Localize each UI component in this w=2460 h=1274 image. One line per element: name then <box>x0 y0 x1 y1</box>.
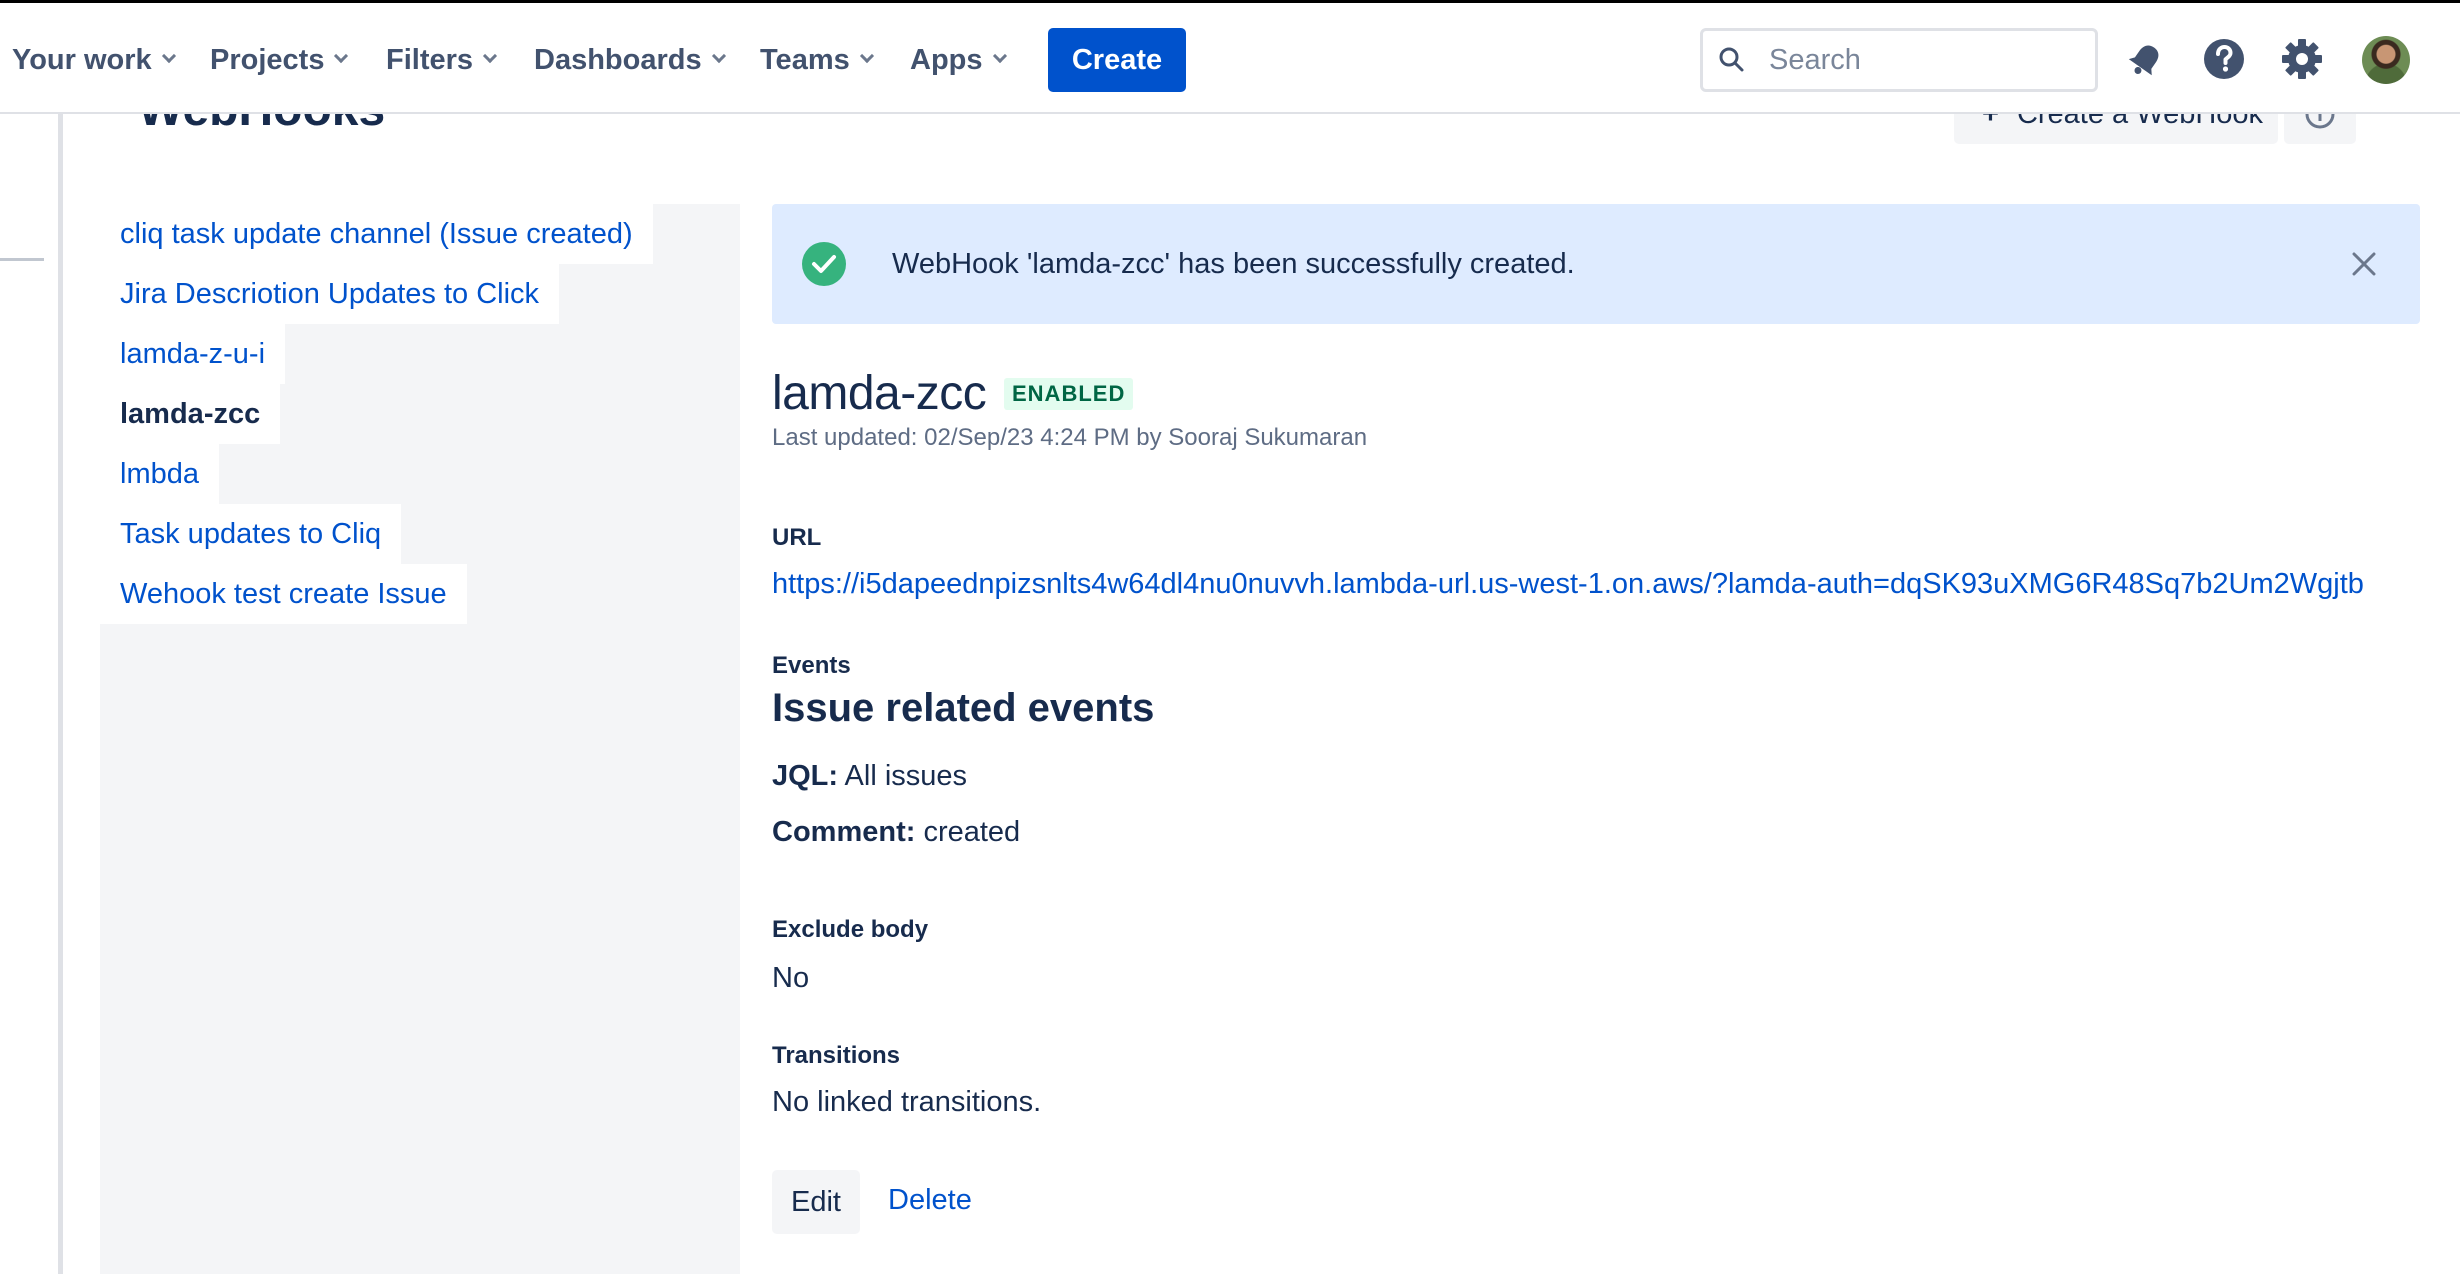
nav-label: Projects <box>210 43 325 76</box>
chevron-down-icon <box>482 48 498 64</box>
chevron-down-icon <box>711 48 726 64</box>
nav-label: Dashboards <box>534 43 702 76</box>
transitions-value: No linked transitions. <box>772 1086 1042 1118</box>
nav-filters[interactable]: Filters <box>386 39 498 81</box>
webhook-list: cliq task update channel (Issue created)… <box>100 204 740 1274</box>
nav-projects[interactable]: Projects <box>210 39 349 81</box>
jql-value: All issues <box>844 760 968 792</box>
sidebar-collapse-marker <box>0 258 44 261</box>
chevron-down-icon <box>334 48 349 64</box>
webhook-name: lamda-zcc <box>772 367 987 420</box>
nav-label: Teams <box>760 43 850 76</box>
transitions-label: Transitions <box>772 1042 901 1069</box>
create-button[interactable]: Create <box>1048 28 1186 92</box>
close-icon[interactable] <box>2340 240 2388 288</box>
banner-message: WebHook 'lamda-zcc' has been successfull… <box>892 248 1575 280</box>
settings-icon[interactable] <box>2276 33 2328 85</box>
events-label: Events <box>772 652 851 679</box>
comment-row: Comment: created <box>772 816 1020 849</box>
nav-label: Filters <box>386 43 474 76</box>
help-icon[interactable] <box>2198 33 2250 85</box>
nav-dashboards[interactable]: Dashboards <box>534 39 726 81</box>
url-label: URL <box>772 524 822 551</box>
chevron-down-icon <box>992 48 1007 64</box>
status-badge: ENABLED <box>1004 378 1134 410</box>
nav-teams[interactable]: Teams <box>760 39 874 81</box>
edit-button[interactable]: Edit <box>772 1170 860 1234</box>
comment-key: Comment: <box>772 816 916 848</box>
page-divider <box>58 114 63 1274</box>
exclude-body-value: No <box>772 962 810 994</box>
search-icon <box>1703 31 1761 89</box>
nav-label: Apps <box>910 43 983 76</box>
avatar[interactable] <box>2362 36 2410 84</box>
webhook-url-link[interactable]: https://i5dapeednpizsnlts4w64dl4nu0nuvvh… <box>772 568 2364 601</box>
webhook-list-item[interactable]: Task updates to Cliq <box>100 504 402 564</box>
top-navigation: Your work Projects Filters Dashboards Te… <box>0 0 2460 114</box>
webhook-list-item[interactable]: Wehook test create Issue <box>100 564 467 624</box>
webhook-list-item[interactable]: lmbda <box>100 444 219 504</box>
webhook-list-item-selected[interactable]: lamda-zcc <box>100 384 281 444</box>
jql-key: JQL: <box>772 760 839 792</box>
notifications-icon[interactable] <box>2120 33 2172 85</box>
last-updated: Last updated: 02/Sep/23 4:24 PM by Soora… <box>772 424 1368 451</box>
search-box[interactable] <box>1700 28 2098 92</box>
delete-link[interactable]: Delete <box>888 1184 972 1217</box>
chevron-down-icon <box>161 48 176 64</box>
success-banner: WebHook 'lamda-zcc' has been successfull… <box>772 204 2420 324</box>
search-input[interactable] <box>1769 43 2089 77</box>
exclude-body-label: Exclude body <box>772 916 929 943</box>
check-circle-icon <box>802 242 846 286</box>
comment-value: created <box>923 816 1021 848</box>
nav-your-work[interactable]: Your work <box>12 39 176 81</box>
nav-apps[interactable]: Apps <box>910 39 1007 81</box>
webhook-list-item[interactable]: cliq task update channel (Issue created) <box>100 204 653 264</box>
nav-label: Your work <box>12 43 152 76</box>
webhook-list-item[interactable]: Jira Descriotion Updates to Click <box>100 264 560 324</box>
chevron-down-icon <box>859 48 874 64</box>
webhook-list-item[interactable]: lamda-z-u-i <box>100 324 286 384</box>
events-heading: Issue related events <box>772 686 1155 730</box>
jql-row: JQL: All issues <box>772 760 967 793</box>
